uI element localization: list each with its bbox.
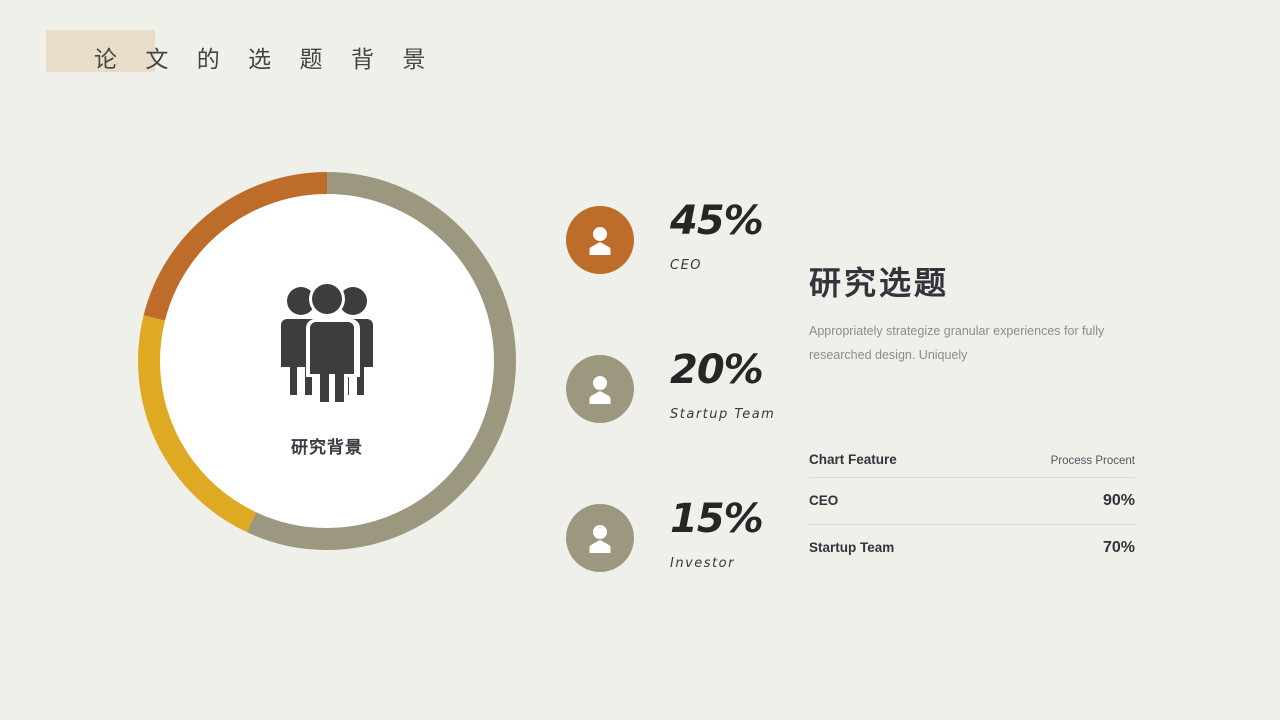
feature-row-value-startup-team: 70% — [1102, 539, 1135, 556]
slide-title-area: 论 文 的 选 题 背 景 — [0, 0, 700, 110]
stat-value-ceo: 45% — [670, 198, 764, 244]
donut-chart: 研究背景 — [138, 172, 516, 550]
right-panel-heading: 研究选题 — [809, 265, 950, 301]
stat-name-startup-team: Startup Team — [670, 407, 776, 422]
feature-table-header-value: Process Procent — [1050, 455, 1135, 467]
stat-name-investor: Investor — [670, 556, 735, 571]
stat-item-startup-team: 20% Startup Team — [566, 347, 796, 435]
stats-list: 45% CEO 20% Startup Team 15% Investor — [566, 198, 796, 584]
stat-value-startup-team: 20% — [670, 347, 764, 393]
table-row: Startup Team 70% — [809, 525, 1135, 571]
feature-table-header-label: Chart Feature — [809, 452, 897, 467]
table-row: CEO 90% — [809, 478, 1135, 525]
stat-badge-investor — [566, 504, 634, 572]
stat-badge-ceo — [566, 206, 634, 274]
stat-value-investor: 15% — [670, 496, 764, 542]
donut-chart-svg — [138, 172, 516, 550]
stat-badge-startup-team — [566, 355, 634, 423]
feature-table-header-row: Chart Feature Process Procent — [809, 446, 1135, 478]
stat-item-ceo: 45% CEO — [566, 198, 796, 286]
person-icon — [589, 525, 611, 553]
stat-item-investor: 15% Investor — [566, 496, 796, 584]
feature-row-value-ceo: 90% — [1102, 492, 1135, 509]
feature-row-label-ceo: CEO — [809, 493, 839, 508]
feature-row-label-startup-team: Startup Team — [809, 540, 895, 555]
stat-name-ceo: CEO — [670, 258, 703, 273]
feature-table: Chart Feature Process Procent CEO 90% St… — [809, 446, 1135, 571]
person-icon — [589, 376, 611, 404]
right-text-panel: 研究选题 Appropriately strategize granular e… — [809, 264, 1139, 380]
person-icon — [589, 227, 611, 255]
right-panel-body: Appropriately strategize granular experi… — [809, 324, 1105, 363]
page-title: 论 文 的 选 题 背 景 — [94, 46, 437, 72]
